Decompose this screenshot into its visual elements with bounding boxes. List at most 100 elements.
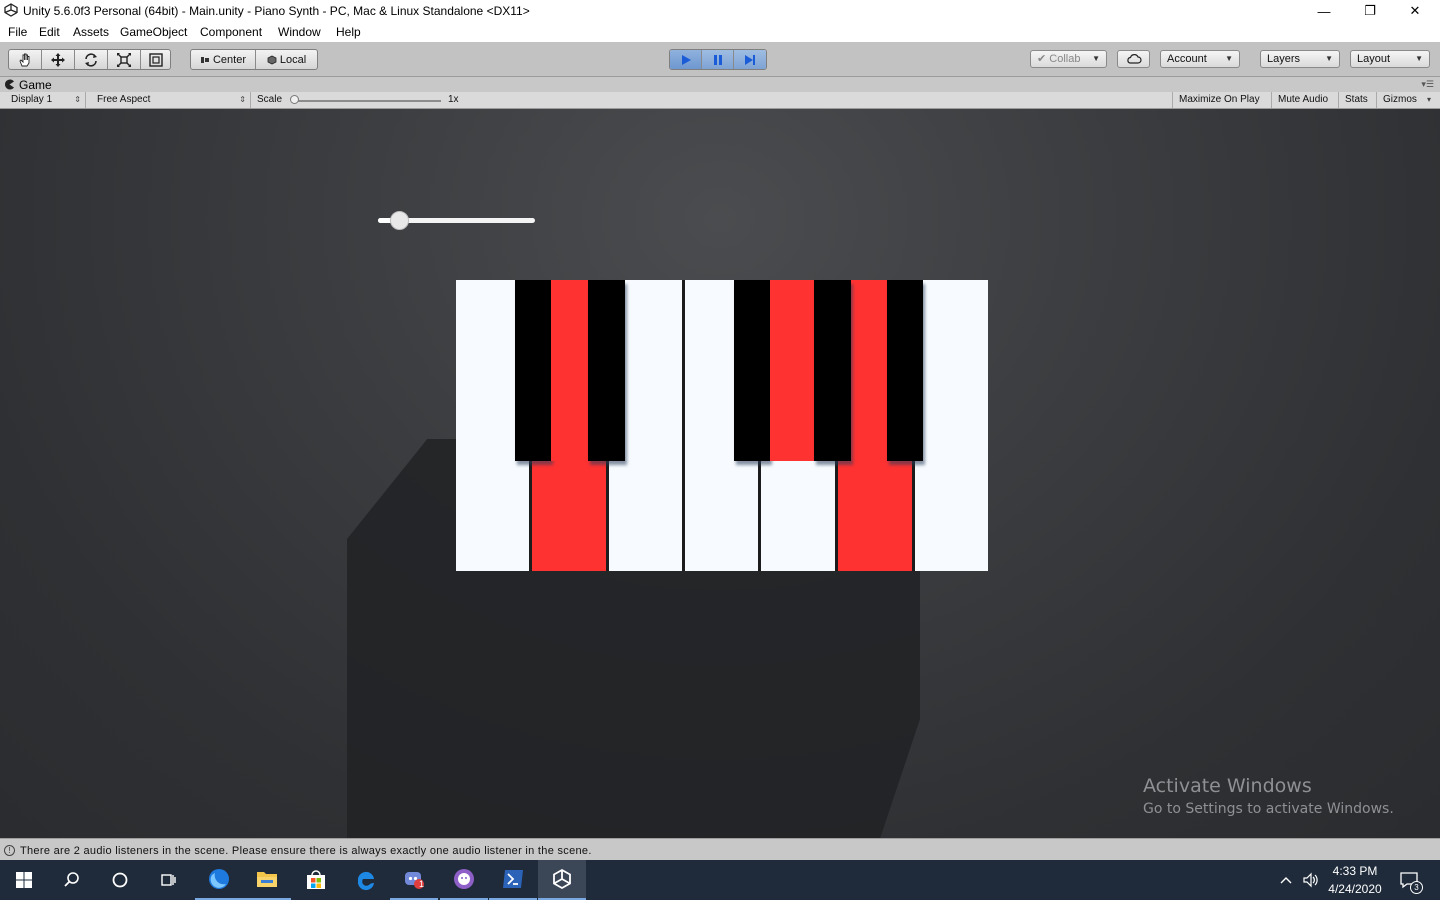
firefox-icon (209, 869, 229, 889)
black-key-d-sharp[interactable] (588, 280, 625, 461)
pivot-local-button[interactable]: Local (256, 50, 317, 69)
pivot-center-label: Center (212, 53, 247, 66)
gizmos-dropdown[interactable]: Gizmos ▾ (1377, 92, 1435, 108)
layout-label: Layout (1357, 53, 1391, 65)
stats-toggle[interactable]: Stats (1339, 92, 1377, 108)
status-bar[interactable]: ! There are 2 audio listeners in the sce… (0, 838, 1440, 861)
unity-logo-icon (553, 868, 571, 890)
search-icon (64, 872, 79, 887)
windows-taskbar: 1 4:33 PM 4/24/2020 3 (0, 860, 1440, 900)
playback-controls (669, 49, 767, 70)
hand-tool-button[interactable] (9, 50, 42, 69)
taskbar-file-explorer[interactable] (243, 860, 291, 900)
tab-menu-icon[interactable]: ▾☰ (1421, 79, 1434, 90)
aspect-label: Free Aspect (97, 94, 151, 105)
game-view[interactable]: Activate Windows Go to Settings to activ… (0, 109, 1440, 838)
cortana-circle-icon (112, 872, 128, 888)
cloud-icon (1126, 54, 1142, 64)
maximize-on-play-toggle[interactable]: Maximize On Play (1172, 92, 1272, 108)
collab-dropdown[interactable]: ✔ Collab ▼ (1030, 50, 1107, 68)
black-key-f-sharp[interactable] (734, 280, 770, 461)
scale-slider-knob[interactable] (290, 95, 299, 104)
github-cat-icon (454, 869, 474, 889)
layout-dropdown[interactable]: Layout ▼ (1350, 50, 1430, 68)
chevron-down-icon: ▼ (1325, 54, 1333, 63)
taskbar-firefox[interactable] (195, 860, 243, 900)
menu-component[interactable]: Component (200, 25, 262, 39)
edge-icon (357, 871, 374, 891)
play-icon (681, 54, 691, 65)
minimize-button[interactable]: — (1301, 0, 1347, 22)
chevron-down-icon: ▼ (1415, 54, 1423, 63)
restore-button[interactable]: ❐ (1347, 0, 1393, 22)
search-button[interactable] (48, 860, 96, 900)
scale-icon (117, 52, 131, 67)
volume-slider-knob[interactable] (390, 211, 410, 230)
rotate-tool-button[interactable] (75, 50, 108, 69)
taskbar-store[interactable] (292, 860, 340, 900)
menu-edit[interactable]: Edit (39, 25, 60, 39)
rotate-icon (85, 52, 97, 67)
tray-overflow-button[interactable] (1276, 860, 1296, 900)
transform-tools (8, 49, 171, 70)
window-title: Unity 5.6.0f3 Personal (64bit) - Main.un… (23, 4, 530, 18)
rect-tool-button[interactable] (141, 50, 170, 69)
account-dropdown[interactable]: Account ▼ (1160, 50, 1240, 68)
step-icon (745, 54, 755, 65)
menu-help[interactable]: Help (336, 25, 361, 39)
scale-tool-button[interactable] (108, 50, 141, 69)
stats-label: Stats (1345, 94, 1368, 105)
clock-time: 4:33 PM (1332, 864, 1378, 878)
pivot-center-button[interactable]: Center (191, 50, 256, 69)
scale-slider-track[interactable] (296, 100, 441, 102)
title-bar: Unity 5.6.0f3 Personal (64bit) - Main.un… (0, 0, 1440, 22)
hand-icon (19, 53, 30, 66)
black-key-c-sharp[interactable] (515, 280, 551, 461)
cloud-button[interactable] (1117, 50, 1150, 68)
play-button[interactable] (670, 50, 702, 69)
pause-button[interactable] (702, 50, 734, 69)
black-key-a-sharp[interactable] (887, 280, 923, 461)
taskbar-github-desktop[interactable] (440, 860, 488, 900)
task-view-button[interactable] (144, 860, 192, 900)
mute-audio-toggle[interactable]: Mute Audio (1272, 92, 1339, 108)
start-button[interactable] (0, 860, 48, 900)
volume-button[interactable] (1300, 860, 1322, 900)
watermark-subtitle: Go to Settings to activate Windows. (1143, 801, 1394, 817)
cortana-button[interactable] (96, 860, 144, 900)
collab-check-icon: ✔ (1037, 53, 1050, 65)
chevron-up-icon (1280, 877, 1292, 884)
system-clock[interactable]: 4:33 PM 4/24/2020 (1322, 862, 1388, 898)
taskbar-edge[interactable] (342, 860, 390, 900)
rect-tool-icon (148, 52, 163, 67)
menu-bar: File Edit Assets GameObject Component Wi… (0, 22, 1440, 42)
pivot-toggles: Center Local (190, 49, 318, 70)
menu-gameobject[interactable]: GameObject (120, 25, 187, 39)
pivot-local-label: Local (279, 53, 307, 66)
move-tool-button[interactable] (42, 50, 75, 69)
action-center-button[interactable]: 3 (1396, 860, 1423, 900)
close-button[interactable]: ✕ (1392, 0, 1438, 22)
menu-file[interactable]: File (8, 25, 27, 39)
layers-dropdown[interactable]: Layers ▼ (1260, 50, 1340, 68)
maximize-on-play-label: Maximize On Play (1179, 94, 1260, 105)
display-dropdown[interactable]: Display 1 ⇕ (5, 92, 86, 108)
taskbar-unity[interactable] (538, 860, 586, 900)
game-tab-bar: Game ▾☰ (0, 77, 1440, 92)
menu-window[interactable]: Window (278, 25, 321, 39)
tab-game[interactable]: Game (4, 77, 52, 92)
collab-label: Collab (1049, 53, 1081, 65)
black-key-gap-highlight (551, 280, 587, 461)
activate-windows-watermark: Activate Windows Go to Settings to activ… (1143, 775, 1394, 817)
menu-assets[interactable]: Assets (73, 25, 109, 39)
taskbar-discord[interactable]: 1 (390, 860, 438, 900)
windows-logo-icon (16, 872, 32, 888)
clock-date: 4/24/2020 (1328, 882, 1382, 896)
taskbar-powershell[interactable] (489, 860, 537, 900)
game-toolbar: Display 1 ⇕ Free Aspect ⇕ Scale 1x Maxim… (0, 92, 1440, 109)
black-key-g-sharp[interactable] (814, 280, 851, 461)
white-key-b[interactable] (915, 280, 988, 571)
pacman-icon (5, 79, 15, 90)
step-button[interactable] (734, 50, 766, 69)
aspect-dropdown[interactable]: Free Aspect ⇕ (91, 92, 251, 108)
